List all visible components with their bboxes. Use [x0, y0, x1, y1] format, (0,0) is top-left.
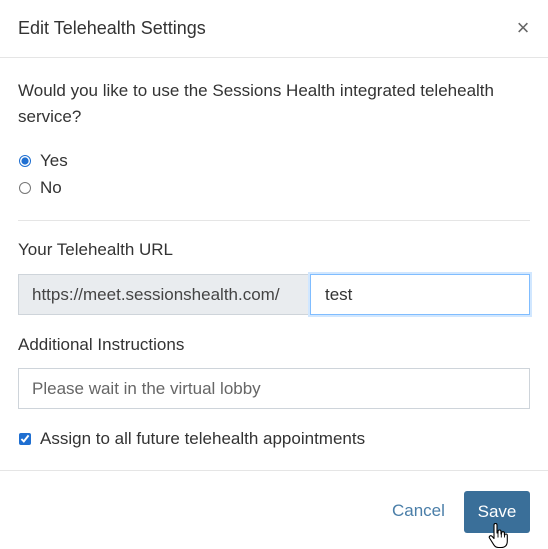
url-prefix-addon: https://meet.sessionshealth.com/ — [18, 274, 308, 315]
telehealth-question: Would you like to use the Sessions Healt… — [18, 81, 494, 126]
radio-option-no[interactable]: No — [18, 178, 62, 198]
section-divider — [18, 220, 530, 221]
save-button[interactable]: Save — [464, 491, 530, 533]
modal-header: Edit Telehealth Settings × — [0, 0, 548, 58]
radio-no-label: No — [40, 178, 62, 197]
assign-future-label: Assign to all future telehealth appointm… — [40, 429, 366, 448]
close-icon: × — [516, 15, 530, 40]
edit-telehealth-modal: Edit Telehealth Settings × Would you lik… — [0, 0, 548, 549]
additional-instructions-label: Additional Instructions — [18, 335, 185, 354]
radio-no-input[interactable] — [19, 182, 31, 194]
additional-instructions-input[interactable] — [18, 368, 530, 409]
telehealth-url-input[interactable] — [310, 274, 530, 315]
modal-title: Edit Telehealth Settings — [18, 18, 206, 38]
radio-option-yes[interactable]: Yes — [18, 151, 68, 171]
radio-yes-input[interactable] — [19, 155, 31, 167]
telehealth-url-label: Your Telehealth URL — [18, 240, 174, 259]
assign-future-checkbox[interactable] — [19, 433, 31, 445]
close-button[interactable]: × — [511, 14, 535, 42]
radio-yes-label: Yes — [40, 151, 68, 170]
modal-footer: Cancel Save — [0, 470, 548, 549]
assign-future-appointments[interactable]: Assign to all future telehealth appointm… — [18, 429, 365, 449]
cancel-button[interactable]: Cancel — [384, 491, 453, 531]
